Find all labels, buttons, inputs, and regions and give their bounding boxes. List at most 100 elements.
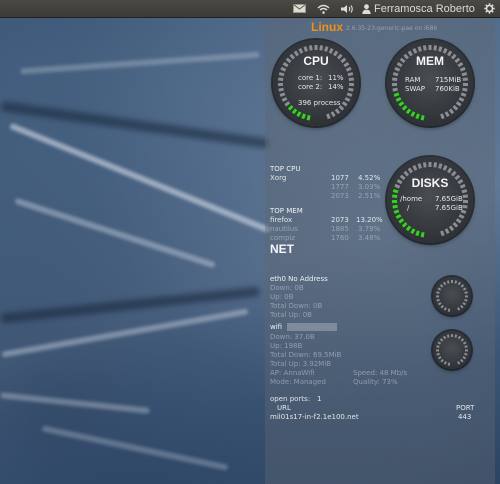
top-mem-name-3: compiz	[270, 234, 296, 242]
eth0-gauge-ring-segment	[460, 304, 464, 309]
mem-gauge-ring-segment	[392, 87, 398, 92]
eth0-gauge-ring-segment	[446, 280, 450, 284]
wifi-gauge-ring-segment	[460, 358, 464, 363]
cpu-gauge: CPU core 1: 11% core 2: 14% 396 process	[273, 40, 359, 126]
kernel-version: 2.6.35-23-generic-pae on i686	[346, 25, 438, 32]
disks-gauge-ring-segment	[447, 167, 453, 174]
mail-indicator[interactable]	[290, 0, 308, 17]
mem-gauge-ring-segment	[462, 87, 468, 92]
cpu-gauge-ring-segment	[301, 113, 306, 120]
disks-gauge-ring-segment	[405, 225, 412, 232]
disks-gauge-ring-segment	[417, 163, 422, 169]
connection-url: mil01s17-in-f2.1e100.net	[270, 413, 359, 421]
mem-gauge-ring-segment	[398, 101, 405, 107]
disks-gauge-ring-segment	[395, 213, 402, 219]
eth0-gauge-ring-segment	[439, 284, 444, 288]
eth0-gauge-ring-segment	[437, 287, 442, 291]
cpu-gauge-ring-segment	[326, 113, 331, 120]
eth0-gauge-ring-segment	[436, 291, 440, 294]
cpu-gauge-ring-segment	[345, 66, 352, 72]
network-indicator[interactable]	[314, 0, 332, 17]
top-mem-title: TOP MEM	[270, 207, 303, 215]
disks-gauge-ring-segment	[442, 164, 448, 171]
disks-gauge-ring-segment	[450, 170, 457, 177]
mem-gauge-ring-segment	[438, 46, 443, 52]
wifi-gauge	[433, 331, 471, 369]
disks-gauge-ring-segment	[392, 194, 398, 199]
eth0-gauge-ring-segment	[454, 280, 458, 284]
disks-gauge-ring-segment	[392, 189, 399, 194]
eth0-gauge-ring-segment	[460, 284, 465, 288]
cpu-gauge-ring-segment	[280, 66, 287, 72]
user-menu[interactable]: Ferramosca Roberto	[362, 0, 478, 17]
cpu-gauge-ring-segment	[347, 72, 354, 77]
wifi-ap: AP: AnnaWifi	[270, 369, 315, 377]
mem-gauge-ring-segment	[420, 114, 425, 121]
wifi-gauge-ring-segment	[439, 338, 444, 342]
wifi-quality: Quality: 73%	[353, 378, 398, 386]
volume-indicator[interactable]	[338, 0, 356, 17]
net-title: NET	[270, 242, 294, 256]
speaker-icon	[341, 4, 353, 13]
cpu-gauge-ring-segment	[287, 105, 294, 111]
mem-gauge-ring-segment	[452, 105, 459, 111]
top-mem-pid-1: 2073	[331, 216, 349, 224]
disks-gauge-ring-segment	[461, 189, 468, 194]
top-cpu-name-1: Xorg	[270, 174, 287, 182]
cpu-gauge-ring-segment	[334, 108, 341, 115]
mem-gauge-ring-segment	[417, 46, 422, 52]
disks-gauge-ring-segment	[415, 230, 420, 237]
cpu-gauge-ring-segment	[308, 45, 313, 51]
ram-label: RAM	[405, 76, 421, 84]
disks-gauge-ring-segment	[412, 164, 418, 171]
wifi-header: wifi	[270, 323, 283, 331]
core1-value: 11%	[328, 74, 344, 82]
wifi-gauge-ring-segment	[454, 334, 458, 338]
mem-gauge-ring-segment	[458, 96, 465, 102]
redacted-address	[287, 323, 337, 331]
mem-gauge-ring-segment	[461, 72, 468, 77]
top-mem-pid-3: 1760	[331, 234, 349, 242]
disks-gauge-ring-segment	[410, 228, 416, 235]
swap-label: SWAP	[405, 85, 425, 93]
cpu-gauge-ring-segment	[341, 101, 348, 107]
ram-value: 715MiB	[435, 76, 462, 84]
disks-gauge-ring-segment	[422, 162, 427, 168]
wifi-gauge-ring-segment	[436, 352, 440, 356]
wifi-gauge-ring-segment	[437, 356, 442, 360]
mem-gauge-ring-segment	[410, 111, 416, 118]
wifi-gauge-ring-segment	[443, 361, 447, 365]
mem-gauge-ring-segment	[392, 72, 399, 77]
eth0-gauge-ring-segment	[440, 304, 444, 309]
disks-gauge-ring-segment	[455, 218, 462, 224]
cpu-gauge-ring-segment	[278, 87, 284, 92]
top-cpu-title: TOP CPU	[270, 165, 301, 173]
port-column-label: PORT	[456, 404, 475, 412]
wifi-mode: Mode: Managed	[270, 378, 326, 386]
core2-label: core 2:	[298, 83, 323, 91]
wifi-gauge-ring-segment	[464, 345, 468, 348]
disks-gauge-ring-segment	[448, 225, 455, 232]
envelope-icon	[292, 4, 306, 13]
eth0-total-down: Total Down: 0B	[270, 302, 323, 310]
os-name: Linux	[311, 20, 343, 34]
open-ports-count: 1	[317, 395, 322, 403]
wifi-gauge-ring-segment	[464, 352, 468, 356]
disks-gauge-ring-segment	[462, 194, 468, 199]
cpu-gauge-ring-segment	[319, 45, 324, 51]
wifi-total-down: Total Down: 69.5MiB	[270, 351, 342, 359]
eth0-gauge	[433, 277, 471, 315]
disks-gauge-ring-segment	[433, 162, 438, 168]
disks-gauge-ring-segment	[440, 230, 445, 237]
user-name-label: Ferramosca Roberto	[374, 2, 475, 15]
mem-gauge: MEM RAM 715MiB SWAP 760KiB	[387, 40, 473, 126]
session-menu[interactable]	[481, 0, 497, 17]
disks-gauge-ring-segment	[462, 204, 468, 209]
wifi-speed: Speed: 48 Mb/s	[353, 369, 408, 377]
mem-gauge-ring-segment	[392, 77, 398, 82]
eth0-total-up: Total Up: 0B	[270, 311, 312, 319]
process-count: 396 process	[298, 99, 341, 107]
wifi-icon	[316, 4, 330, 14]
eth0-gauge-ring-segment	[437, 302, 442, 306]
eth0-gauge-ring-segment	[443, 307, 447, 311]
